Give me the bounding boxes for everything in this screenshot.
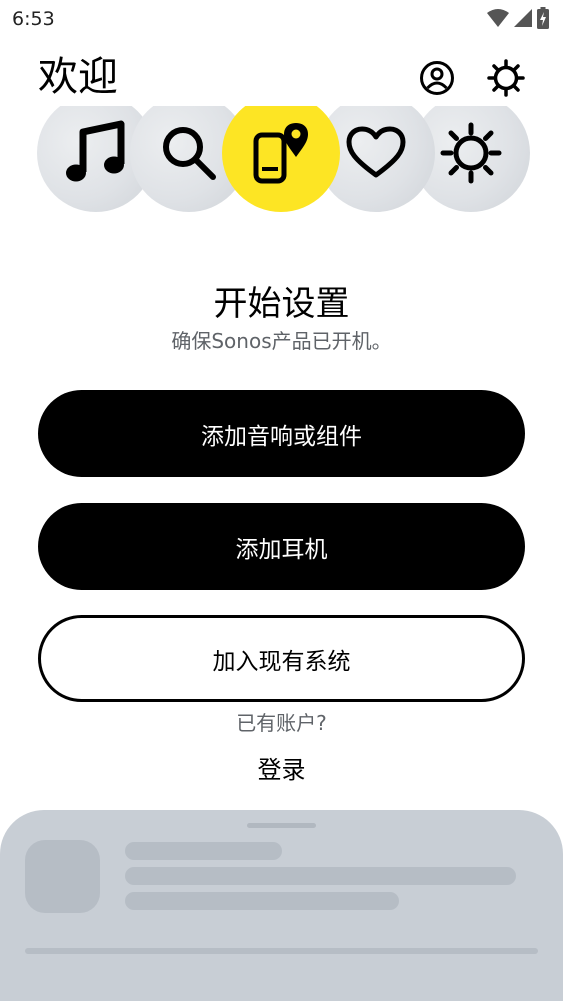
setup-title: 开始设置	[213, 284, 350, 324]
add-speaker-button[interactable]: 添加音响或组件	[38, 390, 525, 477]
search-icon	[163, 127, 216, 180]
sheet-drag-handle[interactable]	[247, 823, 316, 828]
status-time: 6:53	[12, 8, 55, 30]
account-button[interactable]	[417, 58, 457, 98]
music-note-icon	[66, 120, 125, 182]
bottom-sheet[interactable]	[0, 810, 563, 1001]
add-speaker-label: 添加音响或组件	[201, 423, 362, 450]
signal-icon	[514, 9, 532, 27]
battery-charging-icon	[537, 7, 549, 29]
heart-icon	[346, 126, 406, 178]
settings-icon	[487, 59, 525, 97]
phone-location-icon	[253, 123, 308, 184]
status-bar: 6:53	[0, 0, 563, 38]
feature-carousel	[0, 106, 563, 226]
setup-subtitle: 确保Sonos产品已开机。	[171, 329, 392, 353]
page-title: 欢迎	[38, 54, 118, 100]
add-headphones-label: 添加耳机	[235, 536, 328, 563]
account-question: 已有账户?	[236, 711, 327, 735]
carousel-item-setup	[222, 106, 340, 212]
status-icons	[487, 7, 549, 29]
skeleton-thumbnail	[25, 840, 100, 913]
add-headphones-button[interactable]: 添加耳机	[38, 503, 525, 590]
sun-icon	[440, 122, 502, 184]
skeleton-progress-bar	[25, 948, 538, 954]
skeleton-line	[125, 892, 399, 910]
join-system-button[interactable]: 加入现有系统	[38, 615, 525, 702]
wifi-icon	[487, 9, 509, 27]
join-system-label: 加入现有系统	[212, 648, 351, 675]
signin-link[interactable]: 登录	[230, 750, 333, 785]
settings-button[interactable]	[486, 58, 526, 98]
skeleton-line	[125, 867, 516, 885]
skeleton-line	[125, 842, 282, 860]
account-icon	[420, 61, 454, 95]
